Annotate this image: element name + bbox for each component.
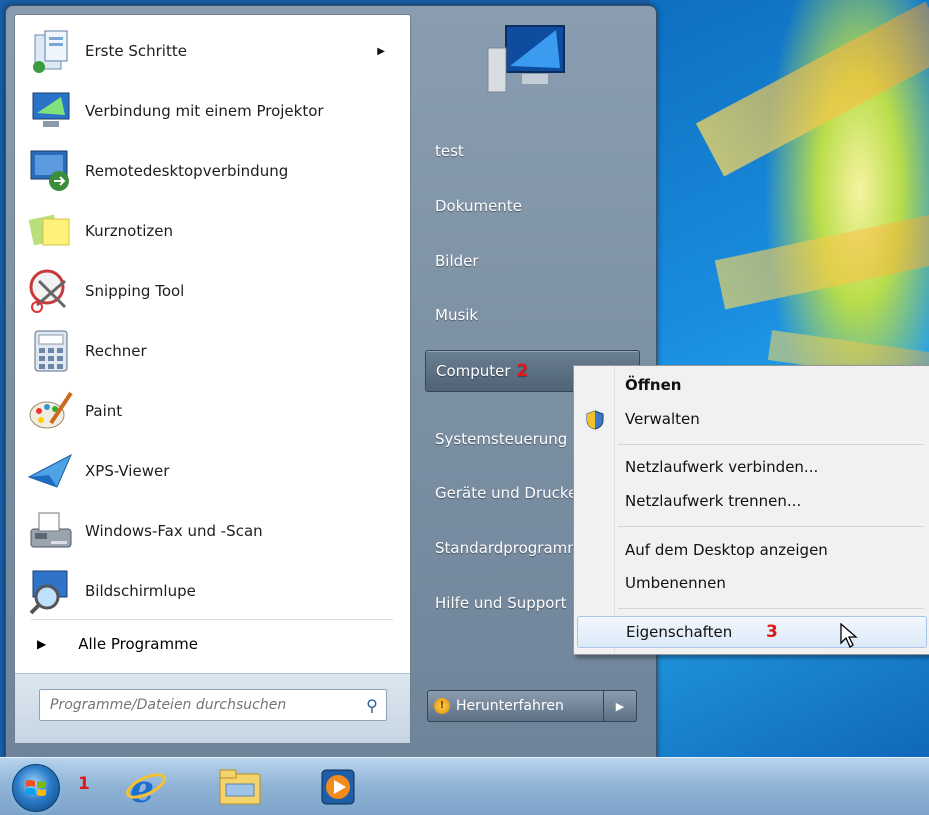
shutdown-group: ! Herunterfahren ▶ bbox=[427, 690, 637, 722]
program-remotedesktop[interactable]: Remotedesktopverbindung bbox=[27, 143, 397, 199]
search-box[interactable]: ⚲ bbox=[39, 689, 387, 721]
rp-item-dokumente[interactable]: Dokumente bbox=[425, 185, 640, 227]
program-label: Snipping Tool bbox=[85, 282, 185, 300]
step-number: 2 bbox=[516, 361, 529, 381]
remote-desktop-icon bbox=[27, 147, 75, 195]
program-label: Verbindung mit einem Projektor bbox=[85, 102, 324, 120]
program-kurznotizen[interactable]: Kurznotizen bbox=[27, 203, 397, 259]
triangle-right-icon: ▶ bbox=[37, 637, 47, 651]
rp-label: Geräte und Drucker bbox=[435, 484, 584, 502]
rp-item-user[interactable]: test bbox=[425, 130, 640, 172]
menu-item-netzlaufwerk-verbinden[interactable]: Netzlaufwerk verbinden... bbox=[577, 452, 927, 482]
menu-separator bbox=[618, 526, 924, 527]
program-label: Windows-Fax und -Scan bbox=[85, 522, 263, 540]
program-label: Remotedesktopverbindung bbox=[85, 162, 289, 180]
program-label: Bildschirmlupe bbox=[85, 582, 196, 600]
step-number: 1 bbox=[78, 774, 90, 794]
program-snipping-tool[interactable]: Snipping Tool bbox=[27, 263, 397, 319]
all-programs-label: Alle Programme bbox=[78, 635, 198, 653]
program-erste-schritte[interactable]: Erste Schritte ▶ bbox=[27, 23, 397, 79]
calculator-icon bbox=[27, 327, 75, 375]
menu-item-oeffnen[interactable]: Öffnen bbox=[577, 370, 927, 400]
step-number: 3 bbox=[766, 622, 778, 642]
all-programs-button[interactable]: ▶ Alle Programme bbox=[27, 628, 397, 660]
menu-separator bbox=[618, 444, 924, 445]
menu-item-netzlaufwerk-trennen[interactable]: Netzlaufwerk trennen... bbox=[577, 486, 927, 516]
menu-item-desktop-anzeigen[interactable]: Auf dem Desktop anzeigen bbox=[577, 535, 927, 565]
shutdown-button[interactable]: ! Herunterfahren bbox=[427, 690, 604, 722]
search-icon[interactable]: ⚲ bbox=[358, 696, 386, 715]
shutdown-label: Herunterfahren bbox=[456, 698, 564, 714]
rp-label: test bbox=[435, 142, 464, 160]
windows-logo-icon bbox=[26, 780, 46, 796]
programs-panel: Erste Schritte ▶ Verbindung mit einem Pr… bbox=[14, 14, 411, 743]
menu-separator bbox=[618, 608, 924, 609]
menu-label: Umbenennen bbox=[625, 574, 726, 592]
program-paint[interactable]: Paint bbox=[27, 383, 397, 439]
menu-label: Eigenschaften bbox=[626, 623, 733, 641]
getting-started-icon bbox=[27, 27, 75, 75]
program-label: Erste Schritte bbox=[85, 42, 187, 60]
shutdown-options-button[interactable]: ▶ bbox=[604, 690, 637, 722]
program-rechner[interactable]: Rechner bbox=[27, 323, 397, 379]
media-player-icon[interactable] bbox=[316, 766, 360, 808]
start-button[interactable] bbox=[12, 764, 60, 812]
xps-viewer-icon bbox=[27, 447, 75, 495]
snipping-tool-icon bbox=[27, 267, 75, 315]
rp-item-musik[interactable]: Musik bbox=[425, 294, 640, 336]
rp-label: Hilfe und Support bbox=[435, 594, 567, 612]
program-projektor[interactable]: Verbindung mit einem Projektor bbox=[27, 83, 397, 139]
uac-shield-icon bbox=[586, 410, 604, 430]
search-area: ⚲ bbox=[15, 673, 410, 743]
uac-shield-icon: ! bbox=[434, 698, 450, 714]
program-label: Kurznotizen bbox=[85, 222, 173, 240]
context-menu: Öffnen Verwalten Netzlaufwerk verbinden.… bbox=[573, 365, 929, 655]
paint-icon bbox=[27, 387, 75, 435]
program-bildschirmlupe[interactable]: Bildschirmlupe bbox=[27, 563, 397, 619]
submenu-arrow-icon[interactable]: ▶ bbox=[377, 46, 385, 57]
internet-explorer-icon[interactable]: e bbox=[124, 766, 168, 811]
search-input[interactable] bbox=[40, 696, 358, 714]
menu-label: Netzlaufwerk trennen... bbox=[625, 492, 802, 510]
rp-label: Computer bbox=[436, 362, 511, 380]
rp-label: Bilder bbox=[435, 252, 479, 270]
projector-icon bbox=[27, 87, 75, 135]
mouse-cursor-icon bbox=[840, 622, 858, 653]
program-fax-scan[interactable]: Windows-Fax und -Scan bbox=[27, 503, 397, 559]
program-xps-viewer[interactable]: XPS-Viewer bbox=[27, 443, 397, 499]
rp-label: Systemsteuerung bbox=[435, 430, 568, 448]
svg-text:e: e bbox=[130, 766, 154, 808]
rp-item-bilder[interactable]: Bilder bbox=[425, 240, 640, 282]
rp-label: Dokumente bbox=[435, 197, 522, 215]
fax-scan-icon bbox=[27, 507, 75, 555]
explorer-icon[interactable] bbox=[218, 766, 262, 808]
menu-label: Auf dem Desktop anzeigen bbox=[625, 541, 828, 559]
menu-item-verwalten[interactable]: Verwalten bbox=[577, 404, 927, 434]
triangle-right-icon: ▶ bbox=[615, 699, 625, 713]
magnifier-icon bbox=[27, 567, 75, 615]
separator bbox=[31, 619, 393, 620]
sticky-notes-icon bbox=[27, 207, 75, 255]
menu-item-umbenennen[interactable]: Umbenennen bbox=[577, 568, 927, 598]
program-label: Paint bbox=[85, 402, 123, 420]
menu-item-eigenschaften[interactable]: Eigenschaften 3 bbox=[577, 616, 927, 648]
program-label: XPS-Viewer bbox=[85, 462, 170, 480]
rp-label: Musik bbox=[435, 306, 479, 324]
rp-label: Standardprogramme bbox=[435, 539, 592, 557]
menu-label: Verwalten bbox=[625, 410, 700, 428]
program-label: Rechner bbox=[85, 342, 147, 360]
taskbar: 1 e bbox=[0, 757, 929, 815]
menu-label: Netzlaufwerk verbinden... bbox=[625, 458, 819, 476]
user-picture-icon[interactable] bbox=[480, 20, 570, 100]
menu-label: Öffnen bbox=[625, 376, 682, 394]
